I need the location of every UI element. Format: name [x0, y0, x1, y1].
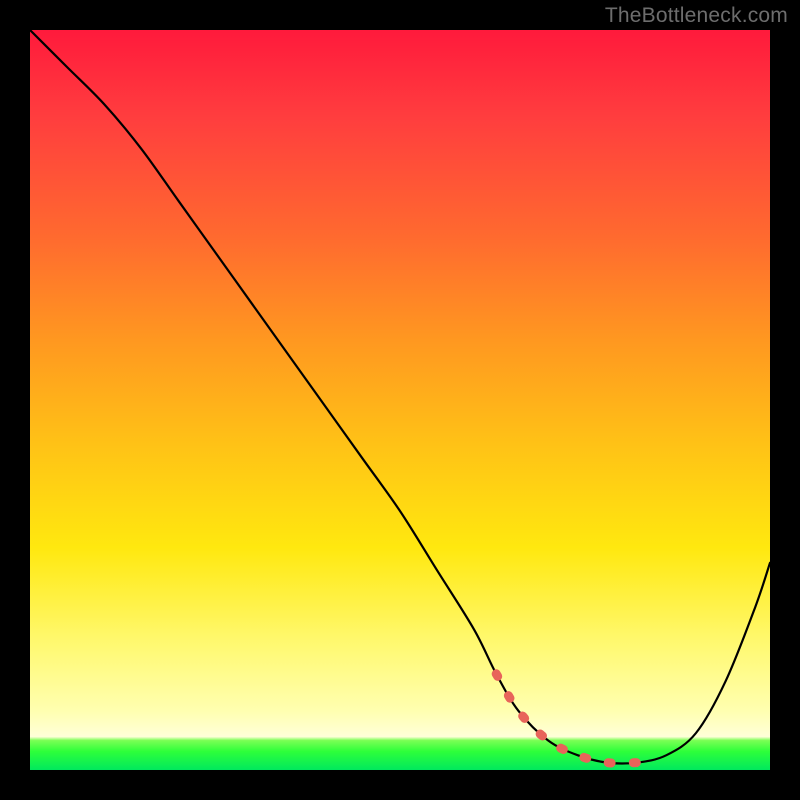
- bottleneck-curve: [30, 30, 770, 764]
- plot-area: [30, 30, 770, 770]
- chart-svg: [30, 30, 770, 770]
- optimal-range-marker: [496, 674, 637, 763]
- watermark-text: TheBottleneck.com: [605, 4, 788, 28]
- chart-frame: TheBottleneck.com: [0, 0, 800, 800]
